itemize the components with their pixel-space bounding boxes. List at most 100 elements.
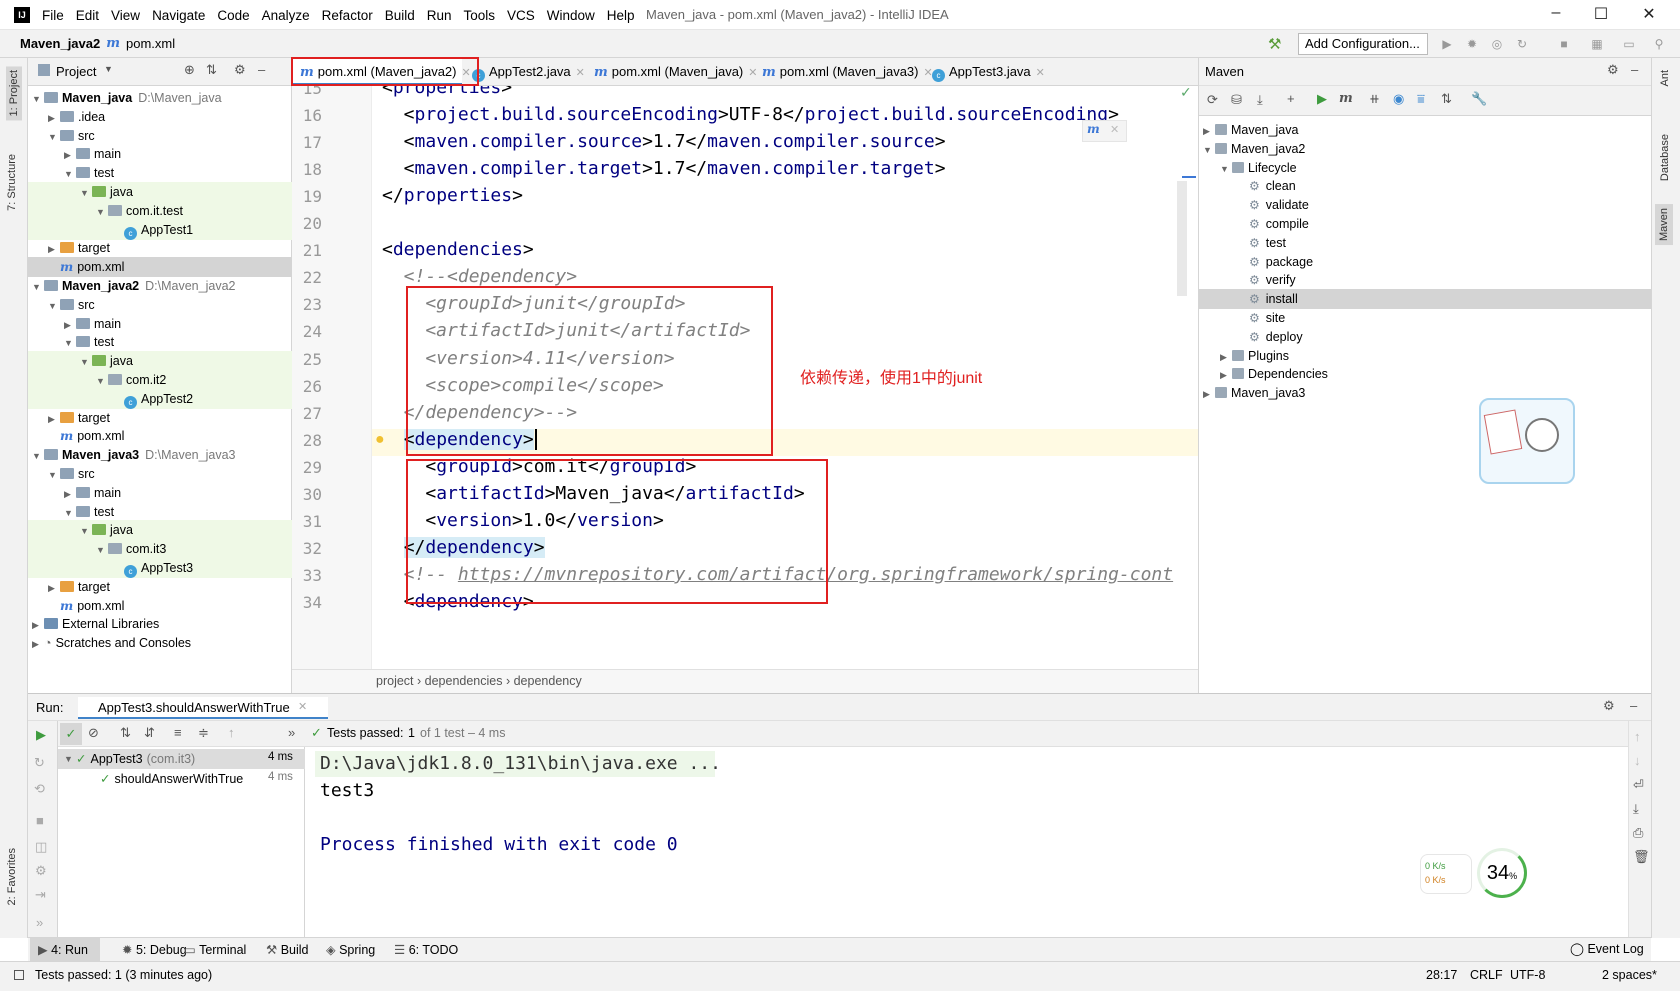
trash-icon[interactable]: 🗑 xyxy=(1633,849,1650,865)
more-icon[interactable]: » xyxy=(36,915,43,930)
maven-tree-row[interactable]: ▼ Lifecycle xyxy=(1199,158,1652,178)
menu-navigate[interactable]: Navigate xyxy=(152,8,205,23)
breadcrumb-project[interactable]: Maven_java2 xyxy=(20,36,100,51)
tool-tab-spring[interactable]: ◈ Spring xyxy=(318,938,396,962)
tree-row[interactable]: m pom.xml xyxy=(28,426,292,446)
editor-tab[interactable]: m pom.xml (Maven_java3) ✕ xyxy=(754,58,933,86)
menu-file[interactable]: File xyxy=(42,8,64,23)
event-log-button[interactable]: ◯ Event Log xyxy=(1570,941,1644,956)
tree-row[interactable]: ▼ com.it3 xyxy=(28,539,292,560)
menu-view[interactable]: View xyxy=(111,8,140,23)
maven-tree-row[interactable]: ⚙ package xyxy=(1199,252,1652,272)
editor-tab[interactable]: c AppTest3.java ✕ xyxy=(924,58,1045,86)
menu-vcs[interactable]: VCS xyxy=(507,8,535,23)
menu-window[interactable]: Window xyxy=(547,8,595,23)
tree-row[interactable]: ▼ com.it2 xyxy=(28,370,292,390)
ant-tool-tab[interactable]: Ant xyxy=(1659,70,1671,87)
print-icon[interactable]: ⎙ xyxy=(1633,825,1643,841)
caret-position[interactable]: 28:17 xyxy=(1426,968,1457,982)
collapse-all-icon[interactable]: ⇅ xyxy=(206,62,217,78)
menu-help[interactable]: Help xyxy=(607,8,635,23)
tool-tab-run[interactable]: ▶ 4: Run xyxy=(30,938,100,962)
editor-scrollbar[interactable] xyxy=(1177,181,1187,296)
menu-edit[interactable]: Edit xyxy=(76,8,99,23)
add-configuration-button[interactable]: Add Configuration... xyxy=(1298,33,1428,55)
menu-analyze[interactable]: Analyze xyxy=(262,8,310,23)
editor-tab[interactable]: m pom.xml (Maven_java) ✕ xyxy=(586,58,757,86)
code-line[interactable]: <dependencies> xyxy=(382,239,534,260)
locate-icon[interactable]: ⊕ xyxy=(184,62,195,78)
maven-tree-row[interactable]: ⚙ test xyxy=(1199,233,1652,253)
lightbulb-icon[interactable]: ● xyxy=(375,431,385,449)
tree-row[interactable]: ▼ com.it.test xyxy=(28,200,292,221)
project-structure-icon[interactable]: ▦ xyxy=(1590,37,1604,51)
scroll-up-icon[interactable]: ↑ xyxy=(1634,729,1641,744)
maven-tree-row[interactable]: ⚙ clean xyxy=(1199,176,1652,196)
maximize-button[interactable]: ☐ xyxy=(1591,4,1611,24)
tree-row[interactable]: ▶ target xyxy=(28,238,292,258)
indent-setting[interactable]: 2 spaces* xyxy=(1602,968,1657,982)
exit-icon[interactable]: ⇥ xyxy=(35,887,46,903)
maven-reload-icon[interactable]: m xyxy=(1087,122,1100,136)
tree-row[interactable]: ▼ java xyxy=(28,182,292,202)
breadcrumb-item[interactable]: dependency xyxy=(514,674,582,688)
maven-tree-row[interactable]: ⚙ compile xyxy=(1199,214,1652,234)
tree-row[interactable]: ▼ src xyxy=(28,126,292,146)
download-icon[interactable]: ⤓ xyxy=(1257,92,1263,108)
tree-row[interactable]: ▶ main xyxy=(28,144,292,164)
tree-row[interactable]: ▼ Maven_java D:\Maven_java xyxy=(28,88,292,108)
close-icon[interactable]: ✕ xyxy=(1110,123,1119,136)
tree-row[interactable]: ▼ test xyxy=(28,332,292,352)
tree-row[interactable]: c AppTest2 xyxy=(28,388,292,409)
file-encoding[interactable]: UTF-8 xyxy=(1510,968,1545,982)
maven-tree-row[interactable]: ⚙ verify xyxy=(1199,270,1652,290)
soft-wrap-icon[interactable]: ⏎ xyxy=(1633,777,1644,793)
settings-icon[interactable]: ⚙ xyxy=(35,863,47,879)
scroll-down-icon[interactable]: ↓ xyxy=(1634,753,1641,768)
snapshot-icon[interactable]: ◫ xyxy=(35,839,47,855)
database-tool-tab[interactable]: Database xyxy=(1659,134,1671,181)
gear-icon[interactable]: ⚙ xyxy=(1607,62,1619,78)
generate-sources-icon[interactable]: ⛁ xyxy=(1231,92,1242,108)
menu-code[interactable]: Code xyxy=(217,8,249,23)
maven-tree-row[interactable]: ▶ Plugins xyxy=(1199,346,1652,366)
maven-tree-row[interactable]: ▶ Dependencies xyxy=(1199,364,1652,384)
toggle-tool-windows-icon[interactable] xyxy=(14,970,24,980)
gear-icon[interactable]: ⚙ xyxy=(234,62,246,78)
hide-icon[interactable]: – xyxy=(1630,698,1637,713)
menu-refactor[interactable]: Refactor xyxy=(322,8,373,23)
sort-duration-icon[interactable]: ⇵ xyxy=(144,725,155,741)
tree-row[interactable]: ▼ src xyxy=(28,295,292,315)
more-icon[interactable]: » xyxy=(288,725,295,740)
menu-tools[interactable]: Tools xyxy=(464,8,496,23)
run-config-name[interactable]: AppTest3.shouldAnswerWithTrue xyxy=(98,700,290,715)
tree-row[interactable]: ▼ src xyxy=(28,464,292,484)
code-line[interactable]: <project.build.sourceEncoding>UTF-8</pro… xyxy=(382,104,1119,125)
toggle-offline-icon[interactable]: ⧺ xyxy=(1369,91,1380,107)
profile-icon[interactable]: ↻ xyxy=(1515,37,1529,51)
close-tab-icon[interactable]: ✕ xyxy=(576,67,585,79)
breadcrumb-item[interactable]: dependencies xyxy=(425,674,503,688)
tree-row[interactable]: ▶ main xyxy=(28,483,292,503)
editor-tab[interactable]: c AppTest2.java ✕ xyxy=(464,58,585,86)
code-line[interactable]: <maven.compiler.target>1.7</maven.compil… xyxy=(382,158,946,179)
favorites-tool-tab[interactable]: 2: Favorites xyxy=(6,848,18,905)
tree-row[interactable]: ▼ test xyxy=(28,163,292,183)
execute-goal-icon[interactable]: m xyxy=(1339,91,1353,106)
structure-tool-tab[interactable]: 7: Structure xyxy=(6,154,18,211)
collapse-all-icon[interactable]: ≑ xyxy=(198,725,209,741)
tree-row[interactable]: ▼ Maven_java2 D:\Maven_java2 xyxy=(28,276,292,296)
maven-reload-popup[interactable]: m ✕ xyxy=(1082,120,1127,142)
expand-icon[interactable]: ▶ xyxy=(1203,384,1215,404)
tree-row[interactable]: c AppTest1 xyxy=(28,219,292,240)
tree-row[interactable]: ▼ java xyxy=(28,351,292,372)
maven-tree-row[interactable]: ▼ Maven_java2 xyxy=(1199,139,1652,159)
maven-tree-row[interactable]: ⚙ validate xyxy=(1199,195,1652,215)
expand-icon[interactable]: ▶ xyxy=(32,634,44,654)
build-hammer-icon[interactable]: ⚒ xyxy=(1268,35,1281,53)
menu-build[interactable]: Build xyxy=(385,8,415,23)
tree-row[interactable]: ▶ External Libraries xyxy=(28,614,292,634)
tree-row[interactable]: ▼ test xyxy=(28,502,292,522)
maven-tree-row[interactable]: ▶ Maven_java xyxy=(1199,120,1652,140)
stop-icon[interactable]: ■ xyxy=(1557,37,1571,51)
